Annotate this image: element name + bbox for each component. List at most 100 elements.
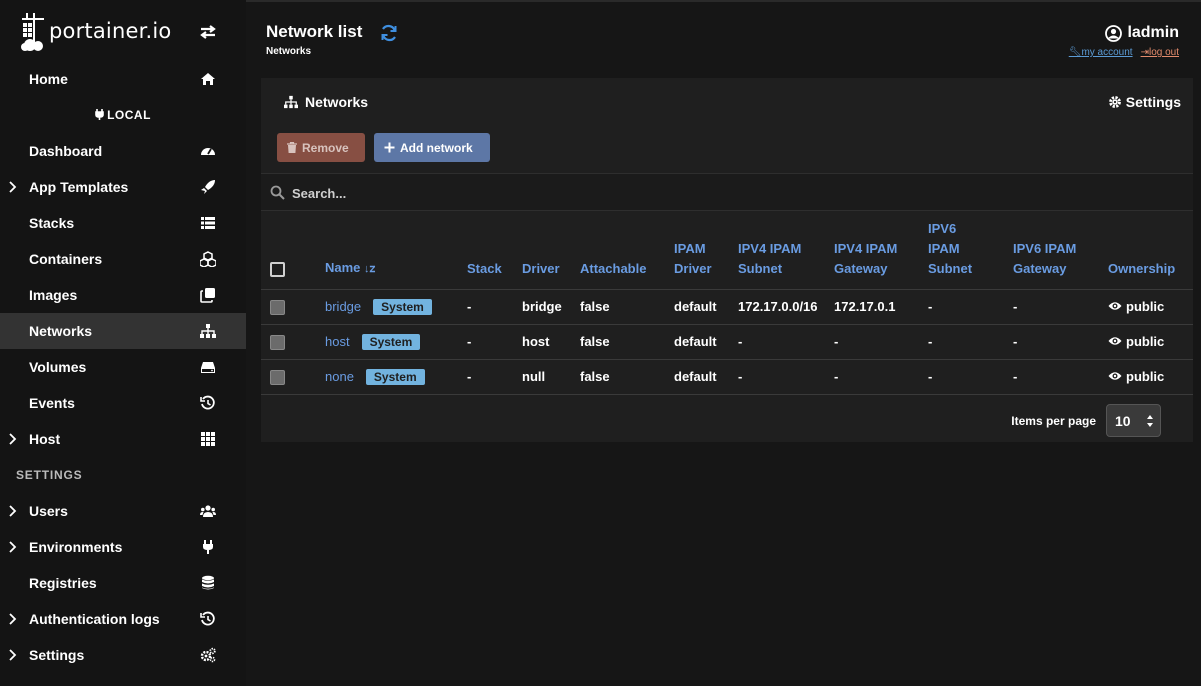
ownership-label: public: [1126, 333, 1165, 349]
items-per-page-label: Items per page: [1011, 413, 1096, 428]
table-settings-button[interactable]: Settings: [1108, 94, 1181, 110]
add-network-button[interactable]: Add network: [374, 133, 490, 162]
row-select-cell: [261, 359, 325, 395]
networks-table: Name ↓𝗓 Stack Driver Attachable IPAM Driv…: [261, 212, 1193, 395]
select-all-checkbox[interactable]: [270, 261, 285, 277]
column-name[interactable]: Name ↓𝗓: [325, 212, 467, 290]
eye-icon: [1108, 372, 1122, 380]
column-ownership-label: Ownership: [1108, 260, 1176, 276]
trash-icon: [287, 142, 297, 153]
items-per-page-value: 10: [1115, 412, 1131, 429]
column-ipv4-gateway-label: IPV4 IPAM: [834, 240, 898, 256]
sidebar: portainer.io Home LOCAL Dashboard App Te…: [0, 0, 246, 686]
sidebar-item-label: Volumes: [29, 359, 87, 375]
sort-alpha-icon: ↓𝗓: [364, 262, 376, 275]
network-link[interactable]: host: [325, 334, 350, 349]
th-icon: [201, 432, 215, 446]
cell-ipam-driver: default: [674, 289, 738, 325]
row-checkbox[interactable]: [270, 334, 285, 350]
sidebar-item-dashboard[interactable]: Dashboard: [0, 133, 246, 169]
sidebar-item-label: Registries: [29, 575, 97, 591]
column-ipam-driver[interactable]: IPAM Driver: [674, 212, 738, 290]
plug-icon: [95, 109, 104, 120]
cell-ipv6-gateway: -: [1013, 359, 1108, 395]
sidebar-item-authentication-logs[interactable]: Authentication logs: [0, 601, 246, 637]
sign-out-icon: ⇥: [1140, 47, 1149, 58]
column-attachable[interactable]: Attachable: [580, 212, 674, 290]
row-checkbox[interactable]: [270, 299, 285, 315]
sidebar-item-home[interactable]: Home: [0, 61, 246, 97]
chevron-right-icon: [9, 505, 17, 517]
sitemap-icon: [200, 324, 216, 338]
remove-button[interactable]: Remove: [277, 133, 365, 162]
sidebar-item-label: Stacks: [29, 215, 75, 231]
sidebar-item-stacks[interactable]: Stacks: [0, 205, 246, 241]
log-out-link[interactable]: ⇥log out: [1141, 47, 1179, 58]
sidebar-item-host[interactable]: Host: [0, 421, 246, 457]
gear-icon: [1108, 96, 1121, 108]
clone-icon: [200, 288, 215, 303]
page-title: Network list: [266, 22, 363, 41]
chevron-right-icon: [9, 649, 17, 661]
sidebar-item-images[interactable]: Images: [0, 277, 246, 313]
column-ipv4-subnet[interactable]: IPV4 IPAM Subnet: [738, 212, 834, 290]
sidebar-item-label: Events: [29, 395, 75, 411]
history-icon: [200, 611, 215, 626]
items-per-page-select[interactable]: 10: [1106, 404, 1161, 437]
cell-driver: bridge: [522, 289, 580, 325]
table-row: bridge System - bridge false default 172.…: [261, 289, 1193, 325]
column-ipv6-subnet[interactable]: IPV6 IPAM Subnet: [928, 212, 1013, 290]
network-link[interactable]: none: [325, 369, 354, 384]
column-stack[interactable]: Stack: [467, 212, 522, 290]
my-account-label: my account: [1081, 47, 1133, 58]
network-link[interactable]: bridge: [325, 299, 361, 314]
portainer-logo[interactable]: portainer.io: [20, 8, 171, 54]
column-driver[interactable]: Driver: [522, 212, 580, 290]
system-badge: System: [361, 333, 421, 350]
log-out-label: log out: [1148, 47, 1179, 58]
column-ipv4-gateway[interactable]: IPV4 IPAM Gateway: [834, 212, 928, 290]
users-icon: [200, 505, 216, 517]
cell-attachable: false: [580, 289, 674, 325]
sidebar-item-volumes[interactable]: Volumes: [0, 349, 246, 385]
logo-text: portainer.io: [49, 19, 172, 43]
cell-ipv4-gateway: -: [834, 324, 928, 360]
system-badge: System: [365, 368, 425, 385]
search-input[interactable]: [292, 182, 892, 204]
sidebar-item-networks[interactable]: Networks: [0, 313, 246, 349]
sidebar-item-environments[interactable]: Environments: [0, 529, 246, 565]
column-ipv6-gateway[interactable]: IPV6 IPAM Gateway: [1013, 212, 1108, 290]
panel-title: Networks: [283, 94, 368, 110]
history-icon: [200, 395, 215, 410]
row-checkbox[interactable]: [270, 369, 285, 385]
column-ipam-driver-label: Driver: [674, 260, 712, 276]
ownership-label: public: [1126, 298, 1165, 314]
sidebar-item-users[interactable]: Users: [0, 493, 246, 529]
sidebar-item-label: Home: [29, 71, 68, 87]
column-ipv6-gateway-label: IPV6 IPAM: [1013, 240, 1077, 256]
cell-ipv6-subnet: -: [928, 359, 1013, 395]
my-account-link[interactable]: 🔧︎my account: [1069, 47, 1133, 58]
cell-ipv4-gateway: 172.17.0.1: [834, 289, 928, 325]
column-ipv4-subnet-label: IPV4 IPAM: [738, 240, 802, 256]
cell-ipam-driver: default: [674, 359, 738, 395]
cell-driver: host: [522, 324, 580, 360]
column-attachable-label: Attachable: [580, 260, 647, 276]
row-select-cell: [261, 289, 325, 325]
list-icon: [201, 217, 215, 229]
chevron-right-icon: [9, 181, 17, 193]
sidebar-item-containers[interactable]: Containers: [0, 241, 246, 277]
refresh-icon[interactable]: [380, 24, 398, 42]
sidebar-item-registries[interactable]: Registries: [0, 565, 246, 601]
sidebar-item-app-templates[interactable]: App Templates: [0, 169, 246, 205]
sidebar-item-settings[interactable]: Settings: [0, 637, 246, 673]
table-row: none System - null false default - - - - …: [261, 359, 1193, 395]
sidebar-item-label: Images: [29, 287, 78, 303]
sidebar-item-events[interactable]: Events: [0, 385, 246, 421]
exchange-icon[interactable]: [198, 22, 218, 42]
user-circle-icon: [1105, 24, 1123, 42]
environment-label: LOCAL: [0, 108, 246, 122]
cell-ipam-driver: default: [674, 324, 738, 360]
cell-ownership: public: [1108, 289, 1193, 325]
column-ownership[interactable]: Ownership: [1108, 212, 1193, 290]
